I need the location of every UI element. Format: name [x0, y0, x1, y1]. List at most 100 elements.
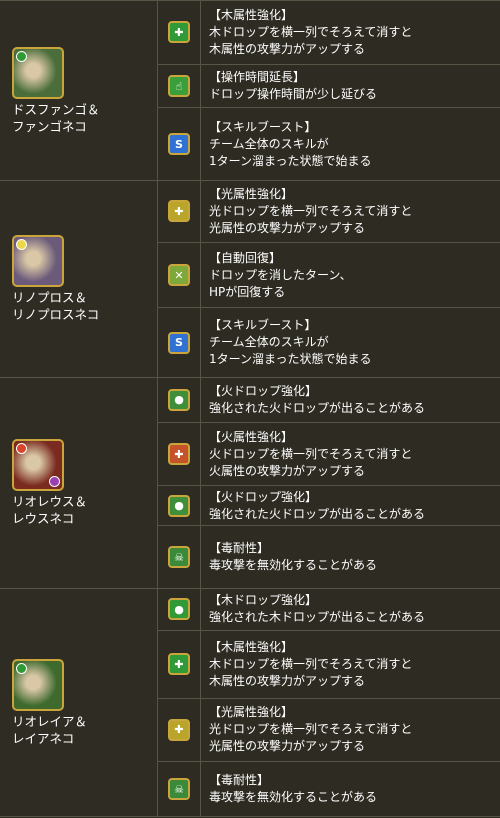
awakening-description: ドロップを消したターン、 HPが回復する [209, 267, 352, 299]
awakening-title: 【毒耐性】 [209, 773, 270, 788]
monster-name: リオレイア＆ レイアネコ [12, 713, 88, 746]
awakening-text: 【木属性強化】木ドロップを横一列でそろえて消すと 木属性の攻撃力がアップする [201, 4, 412, 61]
awakening-title: 【光属性強化】 [209, 705, 294, 720]
dosfango-portrait-icon[interactable] [12, 46, 64, 99]
awakening-description: 毒攻撃を無効化することがある [209, 790, 378, 805]
skill-boost-icon[interactable]: S [168, 133, 190, 156]
awakening-text: 【木属性強化】木ドロップを横一列でそろえて消すと 木属性の攻撃力がアップする [201, 636, 412, 693]
awakening-text: 【木ドロップ強化】強化された木ドロップが出ることがある [201, 589, 425, 629]
awakening-icon-cell: ✚ [158, 698, 201, 762]
awakening-text: 【操作時間延長】ドロップ操作時間が少し延びる [201, 66, 377, 106]
awakening-description: 火ドロップを横一列でそろえて消すと 火属性の攻撃力がアップする [209, 446, 413, 478]
awakening-text: 【スキルブースト】チーム全体のスキルが 1ターン溜まった状態で始まる [201, 314, 372, 371]
light-attribute-enhance-icon[interactable]: ✚ [168, 200, 190, 223]
awakening-description: 強化された火ドロップが出ることがある [209, 506, 426, 521]
extend-time-icon[interactable]: ☝ [168, 75, 190, 98]
auto-recover-icon[interactable]: ✕ [168, 264, 190, 287]
awakening-row: ☝ 【操作時間延長】ドロップ操作時間が少し延びる [158, 64, 500, 109]
awakening-title: 【木属性強化】 [209, 7, 294, 22]
awakening-row: ✚ 【火属性強化】 火ドロップを横一列でそろえて消すと 火属性の攻撃力がアップする [158, 422, 500, 487]
awakening-description: ドロップ操作時間が少し延びる [209, 87, 378, 102]
fire-orb-enhance-icon[interactable]: ● [168, 388, 190, 411]
awakening-description: 光ドロップを横一列でそろえて消すと 光属性の攻撃力がアップする [209, 722, 413, 754]
awakening-row: ✚ 【光属性強化】光ドロップを横一列でそろえて消すと 光属性の攻撃力がアップする [158, 181, 500, 243]
awakening-row: ✕ 【自動回復】ドロップを消したターン、 HPが回復する [158, 242, 500, 309]
awakening-list: ✚ 【光属性強化】 光ドロップを横一列でそろえて消すと 光属性の攻撃力がアップする ✕… [158, 181, 500, 377]
awakening-icon-cell: ✚ [158, 422, 201, 486]
poison-resist-icon[interactable]: ☠ [168, 778, 190, 801]
awakening-description: 木ドロップを横一列でそろえて消すと 木属性の攻撃力がアップする [209, 656, 413, 688]
awakening-text: 【スキルブースト】 チーム全体のスキルが 1ターン溜まった状態で始まる [201, 116, 372, 173]
awakening-title: 【木属性強化】 [209, 639, 294, 654]
light-attribute-enhance-icon[interactable]: ✚ [168, 718, 190, 741]
awakening-row: S 【スキルブースト】 チーム全体のスキルが 1ターン溜まった状態で始まる [158, 108, 500, 180]
awakening-title: 【スキルブースト】 [209, 318, 317, 333]
attribute-orb-icon [16, 50, 27, 62]
awakening-text: 【火属性強化】 火ドロップを横一列でそろえて消すと 火属性の攻撃力がアップする [201, 426, 412, 483]
awakening-icon-cell: ✚ [158, 181, 201, 242]
monster-cell: リオレイア＆ レイアネコ [0, 589, 158, 816]
awakening-row: ✚ 【木属性強化】木ドロップを横一列でそろえて消すと 木属性の攻撃力がアップする [158, 630, 500, 699]
awakening-description: 毒攻撃を無効化することがある [209, 558, 378, 573]
awakening-title: 【自動回復】 [209, 250, 282, 265]
awakening-row: ● 【火ドロップ強化】強化された火ドロップが出ることがある [158, 486, 500, 527]
awakening-description: 光ドロップを横一列でそろえて消すと 光属性の攻撃力がアップする [209, 203, 413, 235]
monster-cell: ドスファンゴ＆ ファンゴネコ [0, 1, 158, 180]
awakening-title: 【火ドロップ強化】 [209, 489, 318, 504]
poison-resist-icon[interactable]: ☠ [168, 546, 190, 569]
awakening-icon-cell: ✚ [158, 1, 201, 64]
wood-attribute-enhance-icon[interactable]: ✚ [168, 21, 190, 44]
awakening-title: 【木ドロップ強化】 [209, 593, 318, 608]
awakening-icon-cell: ✚ [158, 630, 201, 698]
wood-attribute-enhance-icon[interactable]: ✚ [168, 653, 190, 676]
awakening-description: チーム全体のスキルが 1ターン溜まった状態で始まる [209, 335, 372, 367]
monster-cell: リオレウス＆ レウスネコ [0, 378, 158, 588]
wood-orb-enhance-icon[interactable]: ● [168, 598, 190, 621]
awakening-skill-table: ドスファンゴ＆ ファンゴネコ ✚ 【木属性強化】 木ドロップを横一列でそろえて消すと … [0, 0, 500, 818]
monster-name: リノプロス＆ リノプロスネコ [12, 290, 100, 322]
awakening-list: ● 【火ドロップ強化】 強化された火ドロップが出ることがある ✚ 【火属性強化】 火ドロッ… [158, 378, 500, 588]
rhinopros-portrait-icon[interactable] [12, 235, 64, 287]
awakening-description: 強化された火ドロップが出ることがある [209, 400, 426, 415]
awakening-title: 【操作時間延長】 [209, 70, 306, 85]
awakening-list: ● 【木ドロップ強化】強化された木ドロップが出ることがある ✚ 【木属性強化】木ドロッ… [158, 589, 500, 816]
awakening-icon-cell: ● [158, 486, 201, 526]
monster-cell: リノプロス＆ リノプロスネコ [0, 181, 158, 377]
awakening-row: ● 【木ドロップ強化】強化された木ドロップが出ることがある [158, 589, 500, 631]
sub-attribute-orb-icon [49, 476, 60, 487]
monster-group: リオレイア＆ レイアネコ ● 【木ドロップ強化】強化された木ドロップが出ることがある… [0, 589, 500, 817]
fire-orb-enhance-icon[interactable]: ● [168, 494, 190, 517]
awakening-text: 【光属性強化】光ドロップを横一列でそろえて消すと 光属性の攻撃力がアップする [201, 701, 412, 758]
awakening-text: 【毒耐性】 毒攻撃を無効化することがある [201, 537, 377, 577]
rathalos-portrait-icon[interactable] [12, 439, 64, 491]
awakening-text: 【火ドロップ強化】強化された火ドロップが出ることがある [201, 486, 425, 526]
awakening-row: ● 【火ドロップ強化】強化された火ドロップが出ることがある [158, 378, 500, 423]
awakening-icon-cell: S [158, 108, 201, 180]
monster-group: リノプロス＆ リノプロスネコ ✚ 【光属性強化】光ドロップを横一列でそろえて消すと … [0, 181, 500, 378]
awakening-description: チーム全体のスキルが 1ターン溜まった状態で始まる [209, 136, 372, 168]
attribute-orb-icon [16, 443, 27, 454]
awakening-title: 【火ドロップ強化】 [209, 383, 318, 398]
awakening-description: 木ドロップを横一列でそろえて消すと 木属性の攻撃力がアップする [209, 24, 413, 56]
awakening-row: ✚ 【木属性強化】木ドロップを横一列でそろえて消すと 木属性の攻撃力がアップする [158, 1, 500, 65]
awakening-icon-cell: S [158, 308, 201, 377]
awakening-icon-cell: ☠ [158, 526, 201, 588]
awakening-description: 強化された木ドロップが出ることがある [209, 610, 426, 625]
awakening-row: ✚ 【光属性強化】光ドロップを横一列でそろえて消すと 光属性の攻撃力がアップする [158, 698, 500, 763]
awakening-icon-cell: ● [158, 589, 201, 630]
skill-boost-icon[interactable]: S [168, 331, 190, 354]
monster-group: ドスファンゴ＆ ファンゴネコ ✚ 【木属性強化】木ドロップを横一列でそろえて消すと … [0, 1, 500, 181]
rathian-portrait-icon[interactable] [12, 658, 64, 711]
awakening-text: 【火ドロップ強化】強化された火ドロップが出ることがある [201, 380, 425, 420]
awakening-text: 【毒耐性】毒攻撃を無効化することがある [201, 769, 377, 809]
monster-name: ドスファンゴ＆ ファンゴネコ [12, 101, 100, 134]
attribute-orb-icon [16, 239, 27, 250]
awakening-row: S 【スキルブースト】チーム全体のスキルが 1ターン溜まった状態で始まる [158, 308, 500, 377]
awakening-text: 【自動回復】ドロップを消したターン、 HPが回復する [201, 247, 352, 304]
monster-name: リオレウス＆ レウスネコ [12, 494, 88, 526]
awakening-icon-cell: ● [158, 378, 201, 422]
awakening-text: 【光属性強化】光ドロップを横一列でそろえて消すと 光属性の攻撃力がアップする [201, 183, 412, 240]
fire-attribute-enhance-icon[interactable]: ✚ [168, 443, 190, 466]
awakening-row: ☠ 【毒耐性】毒攻撃を無効化することがある [158, 762, 500, 816]
awakening-title: 【光属性強化】 [209, 186, 294, 201]
